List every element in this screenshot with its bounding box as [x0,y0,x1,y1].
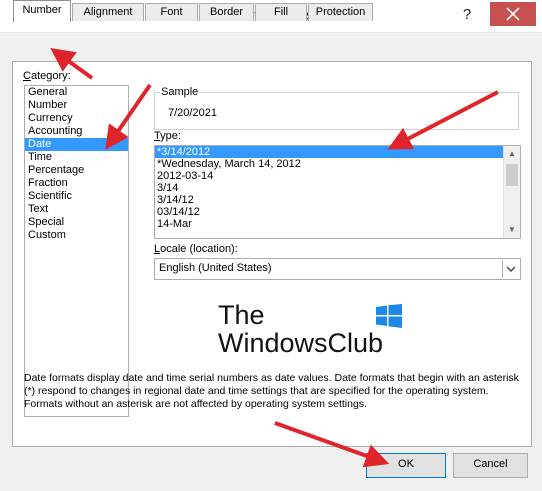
tab-number[interactable]: Number [13,0,71,22]
sample-value: 7/20/2021 [168,107,217,119]
scroll-down-icon[interactable]: ▼ [504,222,520,238]
watermark-line1: The [218,300,265,330]
category-item-currency[interactable]: Currency [25,112,128,125]
scroll-thumb[interactable] [506,164,518,186]
type-item[interactable]: 3/14/12 [155,194,520,206]
type-item[interactable]: *3/14/2012 [155,146,520,158]
tab-border[interactable]: Border [199,3,254,21]
ok-button[interactable]: OK [366,453,446,478]
tab-font[interactable]: Font [145,3,198,21]
locale-dropdown-button[interactable] [502,260,519,278]
windows-logo-icon [376,304,402,328]
category-list[interactable]: General Number Currency Accounting Date … [24,85,129,417]
format-description: Date formats display date and time seria… [24,372,519,410]
category-item-text[interactable]: Text [25,203,128,216]
help-button[interactable]: ? [455,4,479,26]
category-item-number[interactable]: Number [25,99,128,112]
locale-value: English (United States) [159,262,272,274]
type-item[interactable]: *Wednesday, March 14, 2012 [155,158,520,170]
watermark-line2: WindowsClub [218,328,384,358]
chevron-down-icon [506,266,516,272]
sample-label: Sample [160,86,200,98]
type-list[interactable]: *3/14/2012 *Wednesday, March 14, 2012 20… [154,145,521,239]
type-item[interactable]: 3/14 [155,182,520,194]
category-label: Category: [23,70,71,82]
type-item[interactable]: 2012-03-14 [155,170,520,182]
category-item-fraction[interactable]: Fraction [25,177,128,190]
category-item-accounting[interactable]: Accounting [25,125,128,138]
tab-alignment[interactable]: Alignment [72,3,144,21]
type-item[interactable]: 03/14/12 [155,206,520,218]
cancel-button[interactable]: Cancel [453,453,528,478]
category-item-general[interactable]: General [25,86,128,99]
close-icon [506,7,520,21]
category-item-scientific[interactable]: Scientific [25,190,128,203]
category-item-date[interactable]: Date [25,138,128,151]
scroll-up-icon[interactable]: ▲ [504,146,520,162]
category-item-percentage[interactable]: Percentage [25,164,128,177]
type-list-scrollbar[interactable]: ▲ ▼ [503,146,520,238]
type-label: Type: [154,130,181,142]
locale-select[interactable]: English (United States) [154,258,521,280]
sample-box: 7/20/2021 [154,92,519,130]
close-button[interactable] [490,2,536,26]
tab-fill[interactable]: Fill [255,3,307,21]
type-item[interactable]: 14-Mar [155,218,520,230]
locale-label: Locale (location): [154,243,238,255]
category-item-special[interactable]: Special [25,216,128,229]
tab-protection[interactable]: Protection [308,3,373,21]
category-item-time[interactable]: Time [25,151,128,164]
category-item-custom[interactable]: Custom [25,229,128,242]
